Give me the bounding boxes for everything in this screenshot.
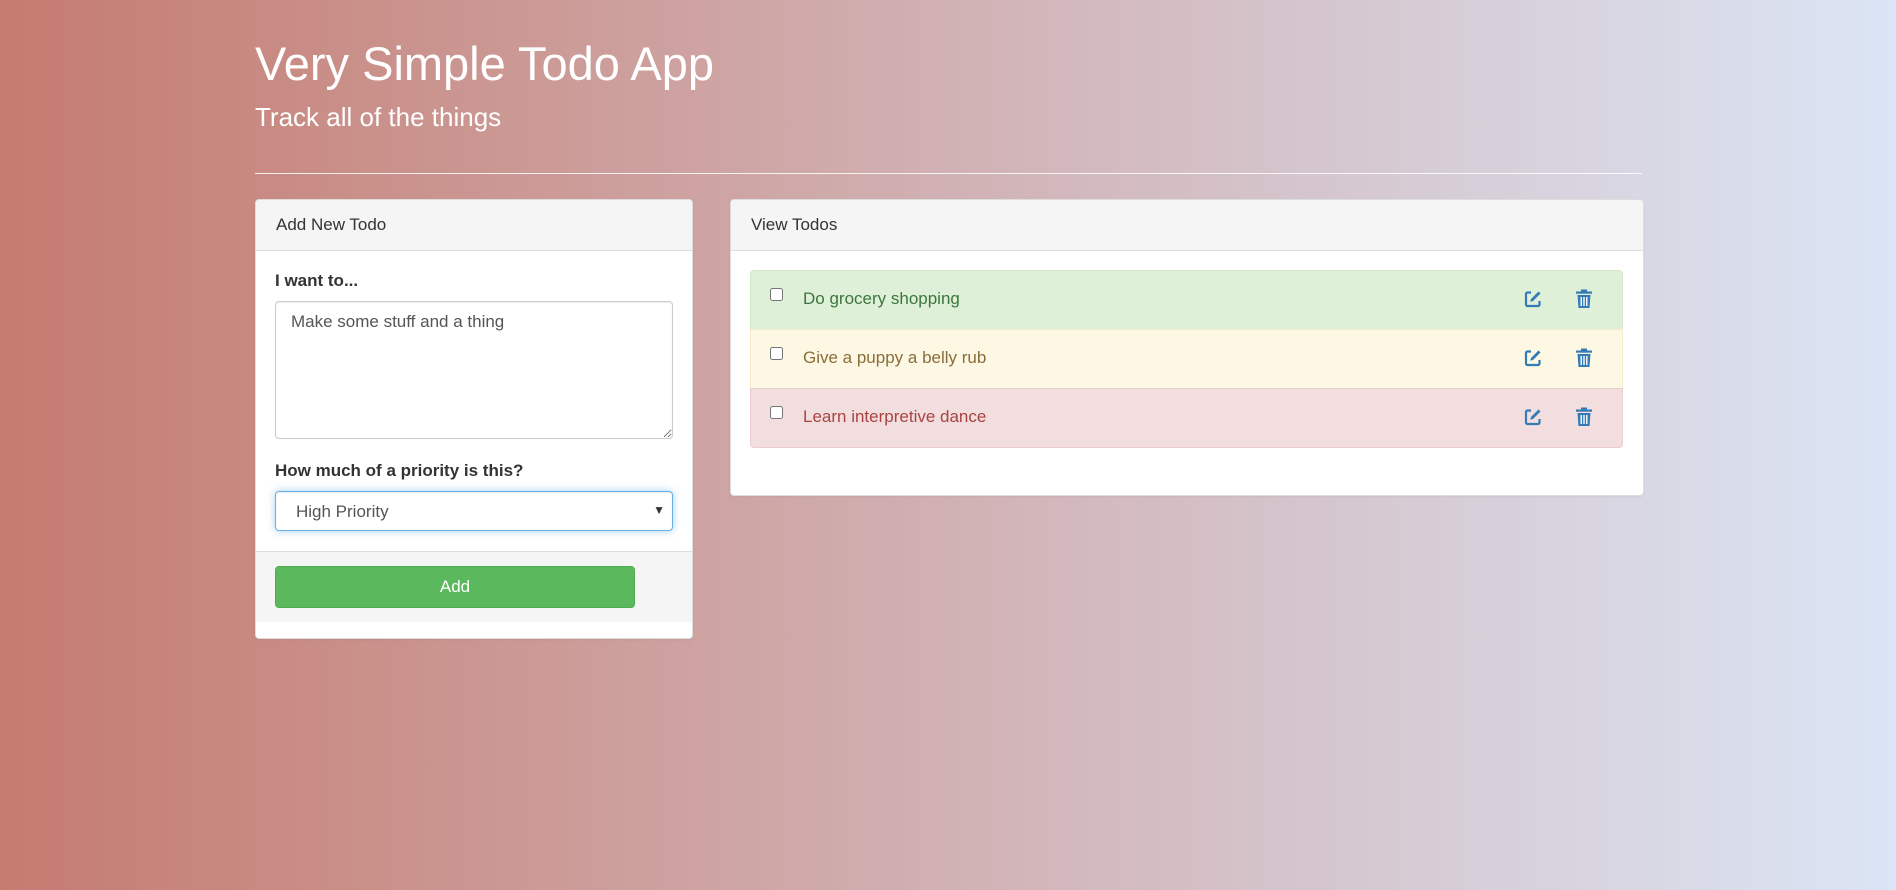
trash-icon[interactable] (1573, 347, 1595, 369)
todo-checkbox[interactable] (770, 288, 783, 301)
page-subtitle: Track all of the things (255, 101, 502, 132)
main-container: Very Simple Todo App Track all of the th… (255, 0, 1644, 639)
todo-checkbox[interactable] (770, 347, 783, 360)
edit-icon[interactable] (1522, 406, 1544, 428)
todo-item: Give a puppy a belly rub (750, 329, 1623, 389)
header-divider (255, 173, 1642, 174)
page-title: Very Simple Todo App (255, 37, 714, 90)
add-todo-heading: Add New Todo (256, 200, 692, 251)
todo-text: Give a puppy a belly rub (803, 348, 987, 367)
todo-text-label: I want to... (275, 271, 359, 290)
priority-label: How much of a priority is this? (275, 461, 524, 480)
add-todo-footer: Add (256, 551, 692, 622)
add-button[interactable]: Add (275, 566, 635, 608)
todo-list: Do grocery shopping Give a puppy a belly… (750, 270, 1623, 448)
edit-icon[interactable] (1522, 347, 1544, 369)
trash-icon[interactable] (1573, 288, 1595, 310)
todo-item: Learn interpretive dance (750, 388, 1623, 448)
todo-item: Do grocery shopping (750, 270, 1623, 330)
todo-text-input[interactable]: Make some stuff and a thing (275, 301, 673, 439)
todo-text: Do grocery shopping (803, 289, 960, 308)
view-todos-panel: View Todos Do grocery shopping Give a pu… (730, 199, 1644, 496)
priority-select-wrapper: High Priority ▼ (275, 491, 673, 531)
todo-text: Learn interpretive dance (803, 407, 987, 426)
add-todo-form: I want to... Make some stuff and a thing… (256, 251, 692, 531)
view-todos-heading: View Todos (731, 200, 1643, 251)
trash-icon[interactable] (1573, 406, 1595, 428)
add-todo-panel: Add New Todo I want to... Make some stuf… (255, 199, 693, 639)
todo-checkbox[interactable] (770, 406, 783, 419)
priority-select[interactable]: High Priority (275, 491, 673, 531)
edit-icon[interactable] (1522, 288, 1544, 310)
